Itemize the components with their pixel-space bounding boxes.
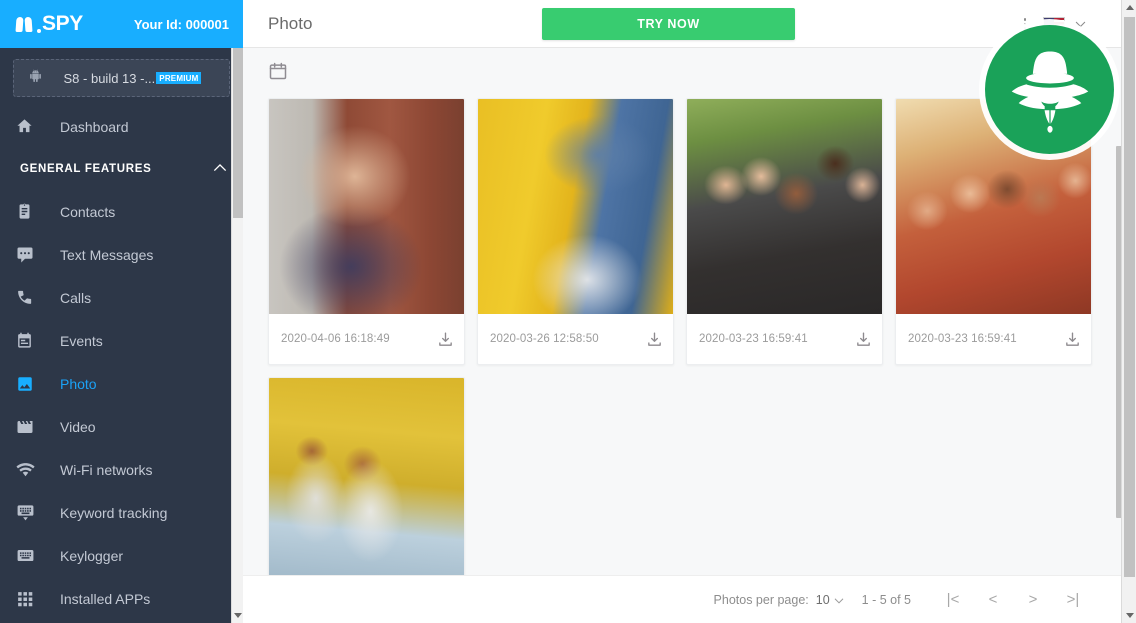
sidebar-item-wi-fi-networks[interactable]: Wi-Fi networks — [0, 448, 243, 491]
user-id-label: Your Id: 000001 — [133, 16, 229, 32]
photo-card[interactable]: 2020-03-26 12:58:50 — [477, 98, 674, 365]
download-icon[interactable] — [1064, 331, 1081, 348]
phone-icon — [16, 289, 40, 306]
photo-grid: 2020-04-06 16:18:49 2020-03-26 12:58:50 20… — [243, 98, 1104, 575]
sidebar-scrollbar-thumb[interactable] — [233, 48, 243, 218]
image-icon — [16, 375, 40, 393]
window-scrollbar[interactable] — [1121, 0, 1136, 623]
logo-m-icon — [16, 17, 35, 32]
device-selector[interactable]: S8 - build 13 -... PREMIUM — [13, 59, 230, 97]
photo-timestamp: 2020-03-23 16:59:41 — [699, 333, 808, 345]
sidebar-item-keylogger[interactable]: Keylogger — [0, 534, 243, 577]
sidebar-item-label: Contacts — [60, 203, 116, 220]
chevron-down-icon[interactable] — [834, 593, 844, 607]
logo-dot-icon — [37, 29, 41, 33]
premium-badge: PREMIUM — [156, 72, 202, 84]
sidebar-scroll-down-arrow[interactable] — [232, 608, 243, 623]
next-page-button[interactable]: > — [1013, 591, 1053, 608]
photo-thumbnail[interactable] — [478, 99, 673, 314]
sidebar-section-general-features[interactable]: GENERAL FEATURES — [0, 148, 243, 190]
download-icon[interactable] — [646, 331, 663, 348]
photo-thumbnail-subjects — [478, 99, 673, 314]
photo-card[interactable]: 2020-04-06 16:18:49 — [268, 98, 465, 365]
device-name-label: S8 - build 13 -... PREMIUM — [46, 71, 219, 86]
sidebar-item-label: Events — [60, 332, 103, 349]
photo-meta-row: 2020-03-23 16:59:41 — [896, 314, 1091, 364]
brand-bar: SPY Your Id: 000001 — [0, 0, 243, 48]
mspy-dashboard-window: SPY Your Id: 000001 S8 - build 13 -... P… — [0, 0, 1136, 623]
home-icon — [16, 118, 40, 135]
sidebar: SPY Your Id: 000001 S8 - build 13 -... P… — [0, 0, 243, 623]
photo-thumbnail[interactable] — [269, 99, 464, 314]
window-scroll-up-arrow[interactable] — [1122, 0, 1136, 15]
window-scrollbar-thumb[interactable] — [1124, 17, 1135, 577]
calendar-icon — [16, 332, 40, 349]
sidebar-item-calls[interactable]: Calls — [0, 276, 243, 319]
photo-scroll-content: 2020-04-06 16:18:49 2020-03-26 12:58:50 20… — [243, 48, 1104, 575]
sidebar-nav: Dashboard GENERAL FEATURES Contacts Text … — [0, 105, 243, 620]
date-filter-row — [243, 48, 1104, 98]
sidebar-item-text-messages[interactable]: Text Messages — [0, 233, 243, 276]
sidebar-scrollbar[interactable] — [231, 48, 243, 623]
photo-meta-row: 2020-03-26 12:58:50 — [478, 314, 673, 364]
sidebar-item-contacts[interactable]: Contacts — [0, 190, 243, 233]
sidebar-item-label: Text Messages — [60, 246, 154, 263]
prev-page-button[interactable]: < — [973, 591, 1013, 608]
message-icon — [16, 246, 40, 264]
keyboard-alert-icon — [16, 503, 40, 522]
android-icon — [24, 68, 46, 88]
incognito-spy-icon — [985, 25, 1114, 154]
per-page-label: Photos per page: — [713, 592, 809, 607]
photo-thumbnail[interactable] — [687, 99, 882, 314]
sidebar-item-keyword-tracking[interactable]: Keyword tracking — [0, 491, 243, 534]
contacts-icon — [16, 203, 40, 220]
sidebar-item-label: Wi-Fi networks — [60, 461, 153, 478]
window-scroll-down-arrow[interactable] — [1122, 608, 1136, 623]
chevron-up-icon — [213, 163, 227, 175]
sidebar-item-label: Photo — [60, 375, 97, 392]
main-panel: Photo TRY NOW 2020-04-06 16:18:49 2020-0… — [243, 0, 1136, 623]
photo-timestamp: 2020-03-26 12:58:50 — [490, 333, 599, 345]
sidebar-feature-list: Contacts Text Messages Calls Events Photo Vid… — [0, 190, 243, 620]
apps-grid-icon — [16, 590, 40, 607]
photo-card[interactable]: 2020-03-23 16:59:41 — [686, 98, 883, 365]
first-page-button[interactable]: |< — [933, 591, 973, 608]
sidebar-item-label: Installed APPs — [60, 590, 151, 607]
sidebar-item-events[interactable]: Events — [0, 319, 243, 362]
sidebar-item-label: Calls — [60, 289, 92, 306]
sidebar-section-label: GENERAL FEATURES — [20, 163, 152, 175]
last-page-button[interactable]: >| — [1053, 591, 1093, 608]
page-title: Photo — [268, 13, 313, 33]
photo-meta-row: 2020-03-23 16:59:41 — [687, 314, 882, 364]
photo-card[interactable] — [268, 377, 465, 575]
sidebar-item-label: Video — [60, 418, 96, 435]
wifi-icon — [16, 460, 40, 479]
sidebar-item-label: Keylogger — [60, 547, 124, 564]
mspy-logo[interactable]: SPY — [16, 12, 83, 36]
sidebar-item-photo[interactable]: Photo — [0, 362, 243, 405]
sidebar-item-installed-apps[interactable]: Installed APPs — [0, 577, 243, 620]
photo-thumbnail[interactable] — [269, 378, 464, 575]
photo-thumbnail-subjects — [687, 99, 882, 314]
calendar-icon[interactable] — [268, 61, 288, 86]
logo-spy-text: SPY — [42, 12, 83, 35]
sidebar-item-label: Dashboard — [60, 118, 129, 135]
sidebar-item-dashboard[interactable]: Dashboard — [0, 105, 243, 148]
photo-timestamp: 2020-03-23 16:59:41 — [908, 333, 1017, 345]
per-page-value[interactable]: 10 — [816, 593, 830, 607]
sidebar-item-label: Keyword tracking — [60, 504, 168, 521]
pagination-bar: Photos per page: 10 1 - 5 of 5 |< < > >| — [243, 575, 1136, 623]
video-icon — [16, 418, 40, 436]
photo-thumbnail-subjects — [269, 99, 464, 314]
download-icon[interactable] — [437, 331, 454, 348]
photo-timestamp: 2020-04-06 16:18:49 — [281, 333, 390, 345]
photo-meta-row: 2020-04-06 16:18:49 — [269, 314, 464, 364]
keyboard-icon — [16, 546, 40, 565]
pagination-range-label: 1 - 5 of 5 — [861, 592, 911, 607]
try-now-button[interactable]: TRY NOW — [542, 8, 795, 40]
photo-thumbnail-subjects — [269, 378, 464, 575]
sidebar-item-video[interactable]: Video — [0, 405, 243, 448]
download-icon[interactable] — [855, 331, 872, 348]
